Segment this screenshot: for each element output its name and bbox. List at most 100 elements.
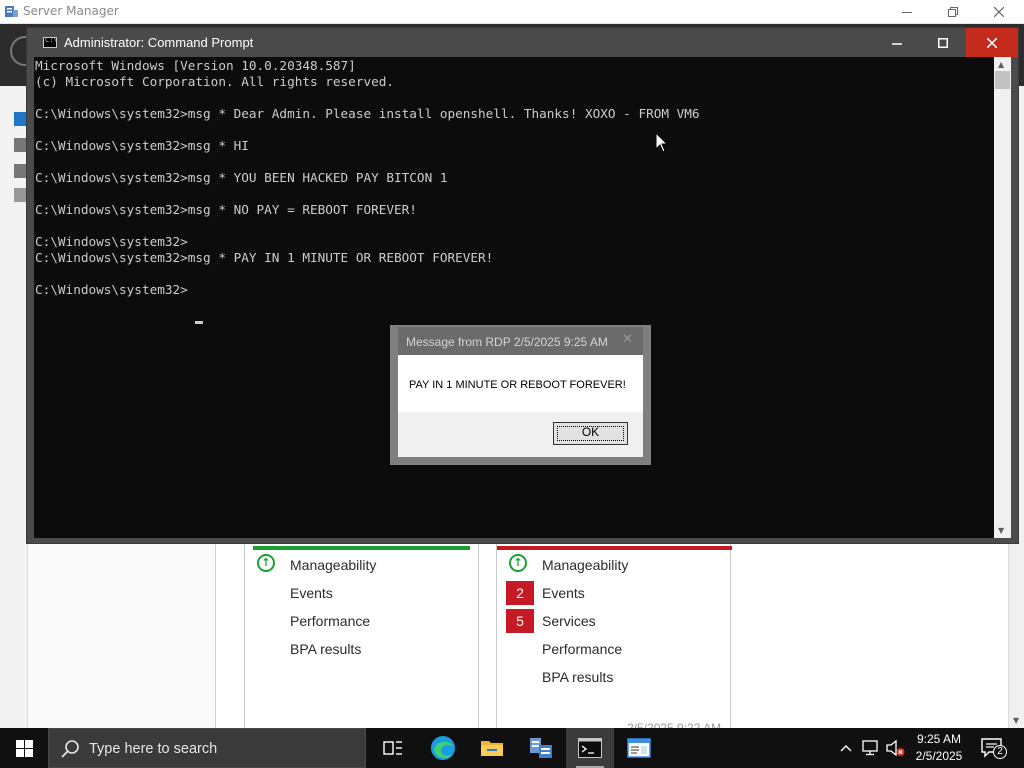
message-dialog: Message from RDP 2/5/2025 9:25 AM ✕ PAY … [390,325,651,465]
message-dialog-body: PAY IN 1 MINUTE OR REBOOT FOREVER! [398,355,643,412]
console-line: C:\Windows\system32>msg * Dear Admin. Pl… [35,106,700,121]
close-icon [987,37,997,48]
focus-rectangle [557,426,624,441]
console-line: Microsoft Windows [Version 10.0.20348.58… [35,58,356,73]
restore-icon [948,7,958,17]
volume-muted-icon [886,739,905,757]
action-center-button[interactable]: 2 [979,736,1009,762]
tile-row-events[interactable]: Events [290,582,333,604]
folder-icon [481,741,503,756]
message-text: PAY IN 1 MINUTE OR REBOOT FOREVER! [409,379,626,391]
tile-row-manageability[interactable]: Manageability [290,554,376,576]
server-tile-alert: ↑ Manageability 2 Events 5 Services Perf… [496,543,732,728]
message-dialog-title: Message from RDP 2/5/2025 9:25 AM [406,335,608,349]
search-placeholder: Type here to search [89,741,218,757]
server-tile-ok: ↑ Manageability Events Performance BPA r… [244,543,479,728]
command-prompt-taskbar-button[interactable] [566,728,614,768]
server-manager-restore-button[interactable] [930,0,976,24]
scroll-up-arrow-icon[interactable]: ▲ [998,60,1004,69]
command-prompt-icon: C:\ [43,36,58,48]
ok-button[interactable]: OK [553,422,628,445]
scrollbar-thumb[interactable] [995,71,1010,89]
clock-date: 2/5/2025 [915,749,963,763]
scroll-down-arrow-icon[interactable]: ▼ [1013,716,1019,725]
up-arrow-ok-icon: ↑ [257,554,275,572]
server-manager-icon [530,738,552,758]
cmd-maximize-button[interactable] [920,28,966,57]
console-line: C:\Windows\system32>msg * YOU BEEN HACKE… [35,170,448,185]
network-button[interactable] [861,738,879,758]
notepad-icon [627,738,651,758]
server-manager-minimize-button[interactable] [884,0,930,24]
tile-status-bar [497,546,732,550]
tile-status-bar [253,546,470,550]
server-manager-icon [5,6,18,17]
tile-row-bpa-results[interactable]: BPA results [542,666,613,688]
search-box[interactable]: Type here to search [48,728,366,768]
scroll-down-arrow-icon[interactable]: ▼ [998,526,1004,535]
console-output: Microsoft Windows [Version 10.0.20348.58… [35,58,700,298]
file-explorer-taskbar-button[interactable] [468,728,516,768]
close-icon [994,7,1004,17]
server-manager-taskbar-button[interactable] [517,728,565,768]
start-button[interactable] [0,728,48,768]
tile-row-manageability[interactable]: Manageability [542,554,628,576]
mouse-pointer-icon [656,133,668,153]
search-icon [61,740,79,758]
command-prompt-window: C:\ Administrator: Command Prompt Micros… [26,27,1019,544]
maximize-icon [938,37,948,48]
show-hidden-icons-button[interactable] [838,738,854,758]
console-line: C:\Windows\system32>msg * HI [35,138,249,153]
tile-row-services[interactable]: Services [542,610,596,632]
task-view-icon [383,741,402,755]
text-cursor [195,321,203,324]
taskbar: Type here to search 9:25 AM 2/5/2025 2 [0,728,1024,768]
command-prompt-icon [578,738,602,758]
tile-row-performance[interactable]: Performance [290,610,370,632]
console-line: C:\Windows\system32> [35,234,188,249]
windows-logo-icon [15,739,33,757]
console-line: (c) Microsoft Corporation. All rights re… [35,74,395,89]
console-line: C:\Windows\system32>msg * NO PAY = REBOO… [35,202,417,217]
server-manager-titlebar: Server Manager [0,0,1024,24]
server-manager-title: Server Manager [23,4,119,18]
minimize-icon [892,42,902,45]
taskbar-clock[interactable]: 9:25 AM 2/5/2025 [910,731,968,765]
notepad-taskbar-button[interactable] [615,728,663,768]
server-manager-sidebar [0,86,28,728]
network-icon [862,740,878,756]
command-prompt-titlebar[interactable]: C:\ Administrator: Command Prompt [27,28,1018,57]
message-dialog-titlebar[interactable]: Message from RDP 2/5/2025 9:25 AM ✕ [398,327,643,355]
console-area[interactable]: Microsoft Windows [Version 10.0.20348.58… [34,57,994,538]
minimize-icon [902,12,912,13]
notification-count-badge: 2 [993,745,1007,759]
tile-row-bpa-results[interactable]: BPA results [290,638,361,660]
up-arrow-ok-icon: ↑ [509,554,527,572]
events-count-badge: 2 [506,581,534,605]
tile-row-performance[interactable]: Performance [542,638,622,660]
message-dialog-footer: OK [398,412,643,457]
tile-row-events[interactable]: Events [542,582,585,604]
tile-timestamp: 2/5/2025 9:22 AM [627,721,722,728]
cmd-close-button[interactable] [966,28,1018,57]
edge-icon [431,736,455,760]
chevron-up-icon [840,745,852,752]
server-manager-close-button[interactable] [976,0,1022,24]
edge-taskbar-button[interactable] [419,728,467,768]
task-view-button[interactable] [369,728,417,768]
cmd-minimize-button[interactable] [874,28,920,57]
command-prompt-title: Administrator: Command Prompt [64,35,254,50]
close-icon[interactable]: ✕ [622,332,633,347]
volume-button[interactable] [885,738,905,758]
console-scrollbar[interactable]: ▲ ▼ [994,57,1011,538]
console-line: C:\Windows\system32> [35,282,188,297]
clock-time: 9:25 AM [916,732,962,746]
console-line: C:\Windows\system32>msg * PAY IN 1 MINUT… [35,250,494,265]
services-count-badge: 5 [506,609,534,633]
